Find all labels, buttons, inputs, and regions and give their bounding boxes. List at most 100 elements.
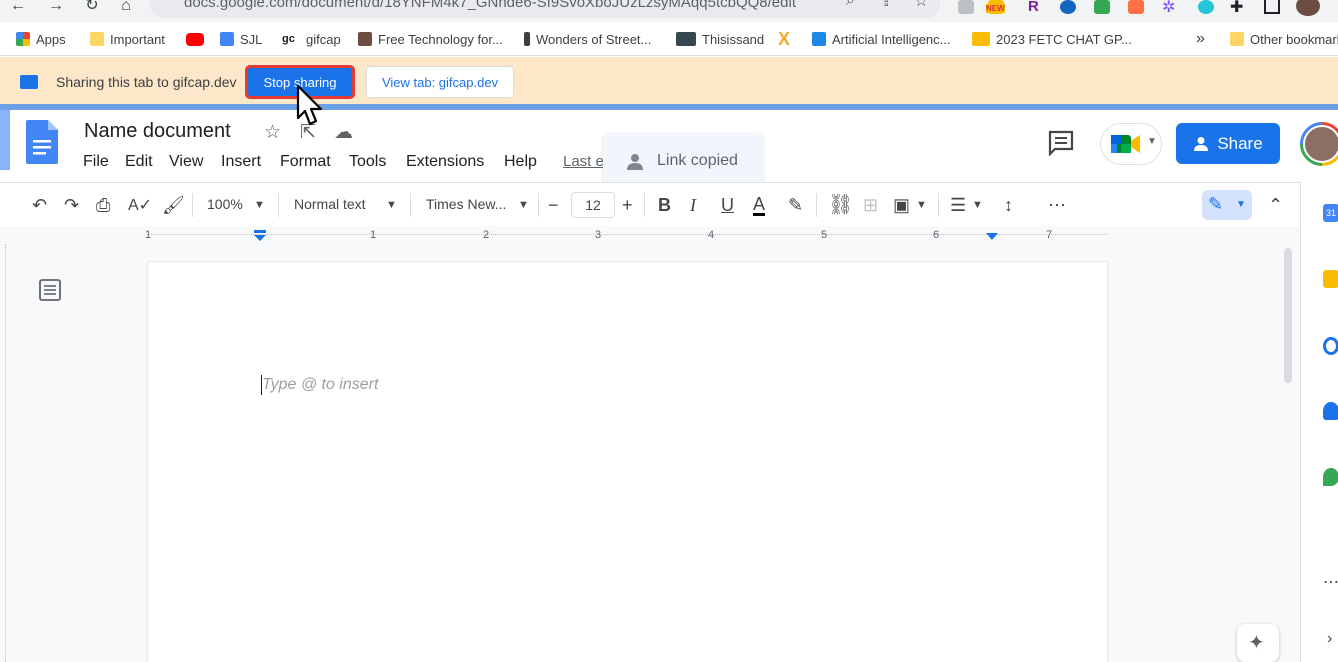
view-tab-button[interactable]: View tab: gifcap.dev — [366, 66, 514, 98]
print-icon[interactable]: ⎙ — [96, 195, 110, 216]
explore-button[interactable]: ✦ — [1237, 624, 1279, 662]
bold-icon[interactable]: B — [658, 195, 671, 216]
docs-logo-icon[interactable] — [26, 120, 58, 164]
extension-grammar-icon[interactable] — [1198, 0, 1214, 14]
document-outline-icon[interactable] — [38, 279, 62, 301]
account-avatar[interactable] — [1300, 122, 1338, 166]
line-spacing-icon[interactable]: ↕ — [1004, 195, 1013, 216]
more-addons-icon[interactable]: ⋯ — [1323, 572, 1338, 592]
share-page-icon[interactable]: ⇪ — [880, 0, 893, 10]
chevron-down-icon[interactable]: ▼ — [916, 199, 927, 211]
editing-mode-button[interactable]: ✎ ▼ — [1202, 190, 1252, 220]
menu-insert[interactable]: Insert — [221, 153, 261, 171]
bookmark-star-icon[interactable]: ☆ — [914, 0, 928, 11]
bookmark-label: Artificial Intelligenc... — [832, 32, 951, 47]
address-bar[interactable]: docs.google.com/document/d/18YNFM4k7_GNh… — [150, 0, 940, 18]
bookmark-fetc[interactable]: 2023 FETC CHAT GP... — [972, 30, 1132, 48]
calendar-icon[interactable]: 31 — [1323, 204, 1338, 222]
bookmark-other[interactable]: Other bookmarks — [1230, 30, 1338, 48]
text-color-icon[interactable]: A — [753, 195, 765, 216]
add-comment-icon[interactable]: ⊞ — [863, 195, 878, 216]
underline-icon[interactable]: U — [721, 195, 734, 216]
extension-orange-icon[interactable] — [1128, 0, 1144, 14]
menu-format[interactable]: Format — [280, 153, 331, 171]
paint-format-icon[interactable]: 🖌 — [162, 195, 185, 216]
zoom-select[interactable]: 100% — [207, 196, 243, 212]
document-title[interactable]: Name document — [84, 120, 231, 143]
font-select[interactable]: Times New... — [426, 196, 506, 212]
chevron-down-icon[interactable]: ▼ — [254, 199, 265, 211]
font-size-input[interactable]: 12 — [571, 192, 615, 218]
meet-button[interactable]: ▼ — [1100, 123, 1162, 165]
horizontal-ruler[interactable]: 1 1 2 3 4 5 6 7 — [148, 226, 1108, 244]
maps-icon[interactable] — [1323, 468, 1338, 486]
extensions-puzzle-icon[interactable]: ✚ — [1230, 0, 1243, 17]
back-icon[interactable]: ← — [8, 0, 28, 16]
menu-view[interactable]: View — [169, 153, 203, 171]
bookmarks-overflow-button[interactable]: » — [1196, 30, 1205, 48]
extension-green-icon[interactable] — [1094, 0, 1110, 14]
hide-menus-chevron-up-icon[interactable]: ⌃ — [1268, 195, 1283, 216]
menu-tools[interactable]: Tools — [349, 153, 386, 171]
more-options-icon[interactable]: ⋯ — [1048, 195, 1066, 216]
menu-file[interactable]: File — [83, 153, 109, 171]
tasks-icon[interactable] — [1323, 337, 1338, 355]
redo-icon[interactable]: ↷ — [64, 195, 79, 216]
menu-extensions[interactable]: Extensions — [406, 153, 484, 171]
bookmark-free-technology[interactable]: Free Technology for... — [358, 30, 503, 48]
bookmark-gifcap[interactable]: gc gifcap — [282, 30, 341, 48]
reload-icon[interactable]: ↻ — [82, 0, 102, 16]
chevron-down-icon[interactable]: ▼ — [386, 199, 397, 211]
smart-chip-placeholder[interactable]: Type @ to insert — [262, 376, 378, 394]
extension-gear-icon[interactable]: ✲ — [1162, 0, 1175, 17]
forward-icon[interactable]: → — [46, 0, 66, 16]
menu-help[interactable]: Help — [504, 153, 537, 171]
bookmark-apps[interactable]: Apps — [16, 30, 66, 48]
chevron-down-icon[interactable]: ▼ — [972, 199, 983, 211]
bookmark-important[interactable]: Important — [90, 30, 165, 48]
bookmark-ai[interactable]: Artificial Intelligenc... — [812, 30, 951, 48]
insert-link-icon[interactable]: ⛓ — [828, 192, 853, 217]
document-page[interactable]: Type @ to insert — [148, 262, 1107, 662]
left-indent-marker-icon[interactable] — [252, 230, 268, 242]
keep-icon[interactable] — [1323, 270, 1338, 288]
share-label: Share — [1217, 134, 1262, 154]
vertical-ruler[interactable] — [0, 244, 12, 662]
italic-icon[interactable]: I — [690, 195, 696, 216]
bookmark-youtube[interactable] — [186, 30, 204, 48]
address-bar-url[interactable]: docs.google.com/document/d/18YNFM4k7_GNh… — [184, 0, 796, 11]
toolbar-divider — [410, 193, 411, 217]
spellcheck-icon[interactable]: A✓ — [128, 195, 152, 215]
paragraph-style-select[interactable]: Normal text — [294, 196, 366, 212]
decrease-font-size-icon[interactable]: − — [548, 195, 559, 216]
home-icon[interactable]: ⌂ — [116, 0, 136, 16]
star-icon[interactable]: ☆ — [264, 121, 281, 144]
extension-circle-icon[interactable] — [1060, 0, 1076, 14]
share-button[interactable]: Share — [1176, 123, 1280, 164]
explore-sparkle-icon: ✦ — [1248, 630, 1265, 655]
vertical-scrollbar[interactable] — [1284, 248, 1292, 383]
extension-r-icon[interactable]: R — [1028, 0, 1039, 15]
bookmark-x[interactable]: X — [778, 30, 790, 48]
menu-edit[interactable]: Edit — [125, 153, 153, 171]
tab-search-icon[interactable] — [1264, 0, 1280, 14]
undo-icon[interactable]: ↶ — [32, 195, 47, 216]
bookmark-wonders-of-street[interactable]: Wonders of Street... — [524, 30, 651, 48]
increase-font-size-icon[interactable]: + — [622, 195, 633, 216]
profile-avatar-icon[interactable] — [1296, 0, 1320, 16]
highlight-color-icon[interactable]: ✎ — [788, 195, 803, 216]
expand-panel-chevron-icon[interactable]: › — [1327, 630, 1332, 648]
align-left-icon[interactable]: ☰ — [950, 195, 966, 216]
bookmark-sjl[interactable]: SJL — [220, 30, 262, 48]
cloud-saved-icon[interactable]: ☁ — [334, 121, 353, 144]
contacts-icon[interactable] — [1323, 402, 1338, 420]
extension-icon[interactable] — [958, 0, 974, 14]
last-edit-link[interactable]: Last e — [563, 153, 604, 170]
bookmark-thisissand[interactable]: Thisissand — [676, 30, 764, 48]
insert-image-icon[interactable]: ▣ — [893, 195, 910, 216]
zoom-search-icon[interactable]: ⌕ — [846, 0, 855, 10]
right-indent-marker-icon[interactable] — [984, 233, 1000, 243]
comment-history-icon[interactable] — [1047, 130, 1075, 156]
chevron-down-icon[interactable]: ▼ — [518, 199, 529, 211]
extension-new-icon[interactable]: NEW — [988, 0, 1004, 14]
